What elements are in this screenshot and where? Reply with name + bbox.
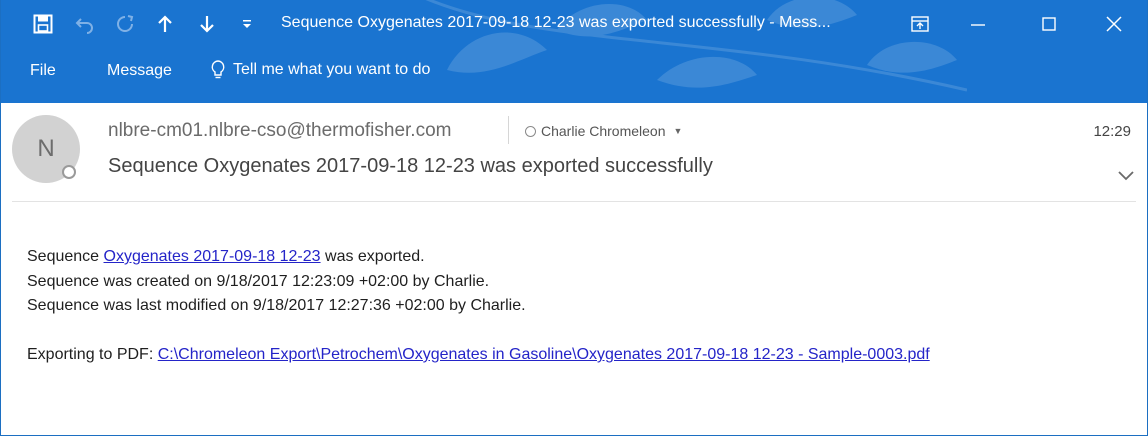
header-divider bbox=[508, 116, 509, 144]
chevron-down-icon: ▼ bbox=[673, 126, 683, 136]
close-icon[interactable] bbox=[1097, 10, 1131, 38]
save-icon[interactable] bbox=[29, 10, 57, 38]
sequence-link[interactable]: Oxygenates 2017-09-18 12-23 bbox=[104, 248, 321, 265]
lightbulb-icon bbox=[211, 60, 225, 80]
body-text: Exporting to PDF: bbox=[27, 346, 158, 363]
redo-icon[interactable] bbox=[111, 10, 139, 38]
minimize-icon[interactable] bbox=[961, 10, 995, 38]
tell-me-search[interactable]: Tell me what you want to do bbox=[211, 60, 430, 80]
body-blank-line bbox=[27, 319, 930, 344]
sender-address[interactable]: nlbre-cm01.nlbre-cso@thermofisher.com bbox=[108, 120, 451, 142]
recipient-presence-icon bbox=[525, 125, 536, 137]
expand-header-icon[interactable] bbox=[1117, 168, 1135, 182]
window-title: Sequence Oxygenates 2017-09-18 12-23 was… bbox=[281, 14, 831, 31]
message-body: Sequence Oxygenates 2017-09-18 12-23 was… bbox=[27, 245, 930, 368]
recipient-name: Charlie Chromeleon bbox=[541, 123, 666, 139]
file-menu[interactable]: File bbox=[30, 62, 56, 80]
message-subject: Sequence Oxygenates 2017-09-18 12-23 was… bbox=[108, 155, 713, 177]
body-line-created: Sequence was created on 9/18/2017 12:23:… bbox=[27, 272, 490, 290]
pdf-path-link[interactable]: C:\Chromeleon Export\Petrochem\Oxygenate… bbox=[158, 346, 930, 363]
undo-icon[interactable] bbox=[71, 10, 99, 38]
title-bar: Sequence Oxygenates 2017-09-18 12-23 was… bbox=[1, 0, 1147, 103]
body-text: Sequence bbox=[27, 248, 104, 265]
next-item-icon[interactable] bbox=[193, 10, 221, 38]
maximize-icon[interactable] bbox=[1032, 10, 1066, 38]
customize-quick-access-icon[interactable] bbox=[233, 10, 261, 38]
header-separator bbox=[12, 201, 1136, 202]
ribbon-display-options-icon[interactable] bbox=[903, 10, 937, 38]
recipient[interactable]: Charlie Chromeleon ▼ bbox=[525, 123, 682, 139]
outlook-message-window: Sequence Oxygenates 2017-09-18 12-23 was… bbox=[0, 0, 1148, 436]
body-line-export-path: Exporting to PDF: C:\Chromeleon Export\P… bbox=[27, 343, 930, 368]
body-line-modified: Sequence was last modified on 9/18/2017 … bbox=[27, 297, 526, 314]
tell-me-label: Tell me what you want to do bbox=[233, 61, 431, 78]
message-menu[interactable]: Message bbox=[107, 62, 172, 80]
body-text: was exported. bbox=[320, 248, 425, 265]
received-time: 12:29 bbox=[1093, 123, 1131, 140]
previous-item-icon[interactable] bbox=[151, 10, 179, 38]
presence-icon bbox=[62, 165, 76, 179]
body-line-exported: Sequence Oxygenates 2017-09-18 12-23 was… bbox=[27, 245, 930, 270]
